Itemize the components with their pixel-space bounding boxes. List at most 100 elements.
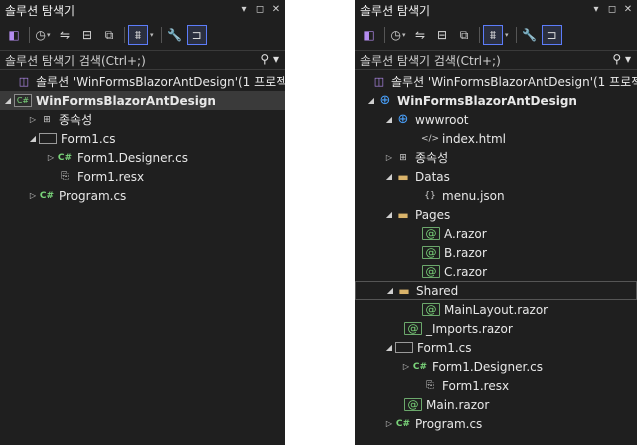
tree-item-form1[interactable]: ◢ Form1.cs xyxy=(0,129,285,148)
dependencies-icon: ⊞ xyxy=(399,152,407,163)
expander-closed-icon[interactable]: ▷ xyxy=(45,153,57,162)
collapse-all-icon[interactable]: ⊟ xyxy=(77,25,97,45)
csharp-file-icon: C# xyxy=(412,361,428,372)
solution-label: 솔루션 'WinFormsBlazorAntDesign'(1 프로젝 xyxy=(36,75,285,89)
show-all-files-icon[interactable]: ⧉ xyxy=(454,25,474,45)
switch-views-icon[interactable]: ◧ xyxy=(4,25,24,45)
solution-explorer-left: 솔루션 탐색기 ▾ ◻ ✕ ◧ ◷ ▾ ⇋ ⊟ ⧉ ⩩ ▾ 🔧 ⊐ 솔루션 탐색기 … xyxy=(0,0,285,445)
tree-item-program[interactable]: ▷ C# Program.cs xyxy=(0,186,285,205)
tree-item-program[interactable]: ▷ C# Program.cs xyxy=(355,414,637,433)
csharp-file-icon: C# xyxy=(39,190,55,201)
close-icon[interactable]: ✕ xyxy=(621,2,635,18)
solution-tree: ◫ 솔루션 'WinFormsBlazorAntDesign'(1 프로젝 ◢ … xyxy=(355,72,637,433)
tree-item-form1-designer[interactable]: ▷ C# Form1.Designer.cs xyxy=(0,148,285,167)
tree-item-imports-razor[interactable]: @ _Imports.razor xyxy=(355,319,637,338)
dropdown-icon[interactable]: ▾ xyxy=(589,2,603,18)
search-input[interactable]: 솔루션 탐색기 검색(Ctrl+;) xyxy=(5,52,146,69)
tree-item-dependencies[interactable]: ▷ ⊞ 종속성 xyxy=(0,110,285,129)
tree-item-wwwroot[interactable]: ◢ ⊕ wwwroot xyxy=(355,110,637,129)
search-input[interactable]: 솔루션 탐색기 검색(Ctrl+;) xyxy=(360,52,501,69)
toolbar-separator xyxy=(515,27,517,43)
sync-icon[interactable]: ⇋ xyxy=(410,25,430,45)
expander-open-icon[interactable]: ◢ xyxy=(383,210,395,219)
tree-item-label: Program.cs xyxy=(59,188,127,203)
expander-open-icon[interactable]: ◢ xyxy=(365,96,377,105)
solution-icon: ◫ xyxy=(18,75,30,88)
tree-item-shared[interactable]: ◢ ▬ Shared xyxy=(355,281,637,300)
search-box[interactable]: 솔루션 탐색기 검색(Ctrl+;) ⚲ ▾ xyxy=(0,50,285,70)
history-icon[interactable]: ◷ ▾ xyxy=(33,25,53,45)
dropdown-icon[interactable]: ▾ xyxy=(237,2,251,18)
solution-tree: ◫ 솔루션 'WinFormsBlazorAntDesign'(1 프로젝 ◢ … xyxy=(0,72,285,205)
switch-views-icon[interactable]: ◧ xyxy=(359,25,379,45)
tree-item-menu-json[interactable]: {} menu.json xyxy=(355,186,637,205)
properties-wrench-icon[interactable]: 🔧 xyxy=(165,25,185,45)
tree-item-project[interactable]: ◢ ⊕ WinFormsBlazorAntDesign xyxy=(355,91,637,110)
search-icon[interactable]: ⚲ ▾ xyxy=(612,52,631,66)
tree-item-dependencies[interactable]: ▷ ⊞ 종속성 xyxy=(355,148,637,167)
tree-item-label: A.razor xyxy=(444,226,487,241)
tree-item-form1-resx[interactable]: ⎘ Form1.resx xyxy=(0,167,285,186)
tree-item-form1-designer[interactable]: ▷ C# Form1.Designer.cs xyxy=(355,357,637,376)
solution-node[interactable]: ◫ 솔루션 'WinFormsBlazorAntDesign'(1 프로젝 xyxy=(0,72,285,91)
show-all-files-icon[interactable]: ⧉ xyxy=(99,25,119,45)
csharp-project-icon: C# xyxy=(14,94,32,107)
tree-item-pages[interactable]: ◢ ▬ Pages xyxy=(355,205,637,224)
tree-item-label: Form1.Designer.cs xyxy=(432,359,543,374)
expander-closed-icon[interactable]: ▷ xyxy=(27,115,39,124)
pin-icon[interactable]: ◻ xyxy=(605,2,619,18)
tree-item-form1[interactable]: ◢ Form1.cs xyxy=(355,338,637,357)
tree-item-c-razor[interactable]: @ C.razor xyxy=(355,262,637,281)
expander-open-icon[interactable]: ◢ xyxy=(383,115,395,124)
web-project-icon: ⊕ xyxy=(379,93,391,108)
razor-file-icon: @ xyxy=(422,227,440,240)
expander-open-icon[interactable]: ◢ xyxy=(383,172,395,181)
pin-icon[interactable]: ◻ xyxy=(253,2,267,18)
sync-icon[interactable]: ⇋ xyxy=(55,25,75,45)
collapse-all-icon[interactable]: ⊟ xyxy=(432,25,452,45)
toolbar: ◧ ◷ ▾ ⇋ ⊟ ⧉ ⩩ ▾ 🔧 ⊐ xyxy=(355,22,637,48)
preview-selected-icon[interactable]: ⊐ xyxy=(186,25,207,45)
folder-icon: ▬ xyxy=(398,283,410,298)
solution-node[interactable]: ◫ 솔루션 'WinFormsBlazorAntDesign'(1 프로젝 xyxy=(355,72,637,91)
expander-closed-icon[interactable]: ▷ xyxy=(383,419,395,428)
tree-item-main-razor[interactable]: @ Main.razor xyxy=(355,395,637,414)
search-icon[interactable]: ⚲ ▾ xyxy=(260,52,279,66)
tree-item-a-razor[interactable]: @ A.razor xyxy=(355,224,637,243)
form-icon xyxy=(39,133,57,144)
tree-item-label: Form1.cs xyxy=(61,131,116,146)
expander-open-icon[interactable]: ◢ xyxy=(27,134,39,143)
razor-file-icon: @ xyxy=(422,303,440,316)
properties-wrench-icon[interactable]: 🔧 xyxy=(520,25,540,45)
search-box[interactable]: 솔루션 탐색기 검색(Ctrl+;) ⚲ ▾ xyxy=(355,50,637,70)
track-active-item-icon[interactable]: ⩩ xyxy=(483,25,503,45)
expander-closed-icon[interactable]: ▷ xyxy=(400,362,412,371)
panel-title: 솔루션 탐색기 xyxy=(5,4,76,18)
panel-title: 솔루션 탐색기 xyxy=(360,4,431,18)
tree-item-project[interactable]: ◢ C# WinFormsBlazorAntDesign xyxy=(0,91,285,110)
globe-icon: ⊕ xyxy=(397,112,409,127)
tree-item-label: WinFormsBlazorAntDesign xyxy=(397,93,577,108)
tree-item-b-razor[interactable]: @ B.razor xyxy=(355,243,637,262)
tree-item-label: 종속성 xyxy=(415,151,449,165)
expander-closed-icon[interactable]: ▷ xyxy=(383,153,395,162)
tree-item-mainlayout-razor[interactable]: @ MainLayout.razor xyxy=(355,300,637,319)
expander-open-icon[interactable]: ◢ xyxy=(384,286,396,295)
title-bar: 솔루션 탐색기 ▾ ◻ ✕ xyxy=(0,0,285,21)
tree-item-label: Form1.Designer.cs xyxy=(77,150,188,165)
expander-open-icon[interactable]: ◢ xyxy=(383,343,395,352)
expander-open-icon[interactable]: ◢ xyxy=(2,96,14,105)
track-active-item-icon[interactable]: ⩩ xyxy=(128,25,148,45)
toolbar-separator xyxy=(124,27,125,43)
tree-item-datas[interactable]: ◢ ▬ Datas xyxy=(355,167,637,186)
close-icon[interactable]: ✕ xyxy=(269,2,283,18)
expander-closed-icon[interactable]: ▷ xyxy=(27,191,39,200)
toolbar: ◧ ◷ ▾ ⇋ ⊟ ⧉ ⩩ ▾ 🔧 ⊐ xyxy=(0,22,285,48)
history-icon[interactable]: ◷ ▾ xyxy=(388,25,408,45)
tree-item-label: _Imports.razor xyxy=(426,321,513,336)
tree-item-index-html[interactable]: </> index.html xyxy=(355,129,637,148)
solution-icon: ◫ xyxy=(373,75,385,88)
preview-selected-icon[interactable]: ⊐ xyxy=(541,25,562,45)
tree-item-form1-resx[interactable]: ⎘ Form1.resx xyxy=(355,376,637,395)
tree-item-label: menu.json xyxy=(442,188,505,203)
